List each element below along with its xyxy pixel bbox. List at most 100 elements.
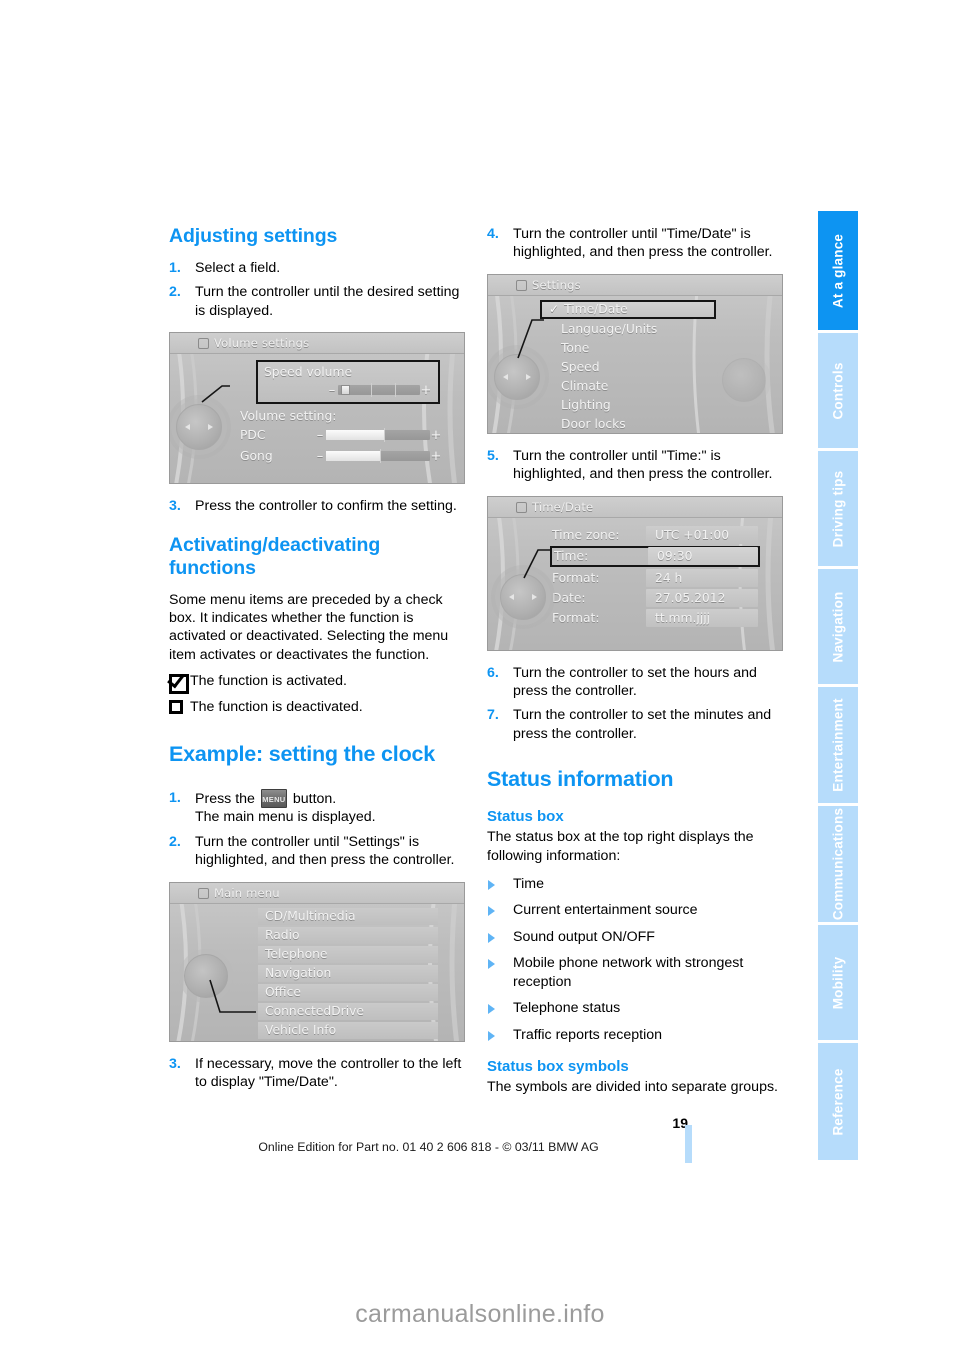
heading-activating-deactivating: Activating/deactivating functions	[169, 533, 381, 579]
screenshot-body: CD/Multimedia Radio Telephone Navigation…	[170, 904, 464, 1042]
triangle-bullet-icon	[488, 880, 495, 891]
screenshot-titlebar: Volume settings	[170, 333, 464, 355]
example-clock-steps: 1. Press the MENU button. The main menu …	[169, 789, 465, 870]
settings-item-tone[interactable]: Tone	[554, 339, 716, 357]
example-clock-step3: 3. If necessary, move the controller to …	[169, 1055, 465, 1092]
volume-row-gong[interactable]: Gong – +	[240, 448, 442, 464]
timedate-row-time[interactable]: Time: 09:30	[550, 545, 760, 567]
triangle-bullet-icon	[488, 959, 495, 970]
triangle-bullet-icon	[488, 1030, 495, 1041]
timedate-row-time-zone[interactable]: Time zone: UTC +01:00	[552, 525, 758, 544]
settings-item-label: Language/Units	[561, 322, 658, 337]
step-item: 6. Turn the controller to set the hours …	[487, 664, 783, 701]
step-item: 5. Turn the controller until "Time:" is …	[487, 447, 783, 484]
menu-item-cd-multimedia[interactable]: CD/Multimedia	[258, 907, 438, 926]
status-box-paragraph: The status box at the top right displays…	[487, 829, 754, 864]
menu-item-radio[interactable]: Radio	[258, 926, 438, 945]
step-item: 2. Turn the controller until the desired…	[169, 283, 465, 320]
menu-item-label: ConnectedDrive	[265, 1004, 364, 1019]
settings-item-language-units[interactable]: Language/Units	[554, 320, 716, 338]
field-value: 09:30	[648, 547, 758, 566]
slider-knob[interactable]	[341, 385, 351, 396]
step-text: Turn the controller until "Time:" is hig…	[513, 447, 773, 483]
step-item: 4. Turn the controller until "Time/Date"…	[487, 225, 783, 262]
speed-volume-slider-row[interactable]: – +	[326, 382, 432, 398]
step-number: 2.	[169, 284, 181, 301]
speed-volume-group[interactable]: Speed volume – +	[256, 360, 440, 405]
left-column: Adjusting settings 1. Select a field. 2.…	[169, 225, 465, 1098]
sidebar-tab-mobility[interactable]: Mobility	[818, 925, 858, 1043]
timedate-row-time-format[interactable]: Format: 24 h	[552, 568, 758, 587]
settings-item-door-locks[interactable]: Door locks	[554, 415, 716, 433]
subheading-status-box-symbols: Status box symbols	[487, 1057, 629, 1075]
settings-item-time-date[interactable]: ✓ Time/Date	[540, 299, 716, 319]
idrive-screenshot-settings: Settings ✓ Time/Date Language/Units Tone…	[487, 273, 783, 434]
sidebar-tab-communications[interactable]: Communications	[818, 806, 858, 925]
menu-button-icon[interactable]: MENU	[260, 789, 287, 809]
plus-icon[interactable]: +	[420, 383, 432, 398]
timedate-row-date-format[interactable]: Format: tt.mm.jjjj	[552, 608, 758, 627]
menu-item-office[interactable]: Office	[258, 983, 438, 1002]
minus-icon[interactable]: –	[314, 449, 326, 464]
idrive-screenshot-main-menu: Main menu CD/Multimedia Radio Telephone …	[169, 881, 465, 1042]
speed-volume-slider[interactable]	[338, 383, 420, 398]
screenshot-titlebar: Time/Date	[488, 496, 782, 518]
menu-item-telephone[interactable]: Telephone	[258, 945, 438, 964]
checkbox-unchecked-icon	[169, 699, 183, 714]
menu-item-navigation[interactable]: Navigation	[258, 964, 438, 983]
step-text: If necessary, move the controller to the…	[195, 1055, 462, 1091]
idrive-controller-knob	[494, 353, 540, 400]
menu-item-label: Office	[265, 985, 301, 1000]
page-number: 19	[672, 1115, 688, 1131]
checkbox-deactivated-text: The function is deactivated.	[190, 698, 363, 715]
step-number: 1.	[169, 260, 181, 276]
settings-item-speed[interactable]: Speed	[554, 358, 716, 376]
timedate-row-date[interactable]: Date: 27.05.2012	[552, 588, 758, 607]
step-number: 3.	[169, 498, 181, 515]
sidebar-tab-driving-tips[interactable]: Driving tips	[818, 451, 858, 569]
status-box-bullet-list: Time Current entertainment source Sound …	[487, 875, 783, 1044]
manual-page: At a glance Controls Driving tips Naviga…	[0, 0, 960, 1358]
settings-item-lighting[interactable]: Lighting	[554, 396, 716, 414]
settings-item-label: Speed	[561, 360, 600, 375]
screenshot-titlebar: Main menu	[170, 882, 464, 904]
pdc-volume-slider[interactable]	[326, 428, 430, 443]
step-number: 2.	[169, 833, 181, 850]
screenshot-titlebar: Settings	[488, 274, 782, 296]
plus-icon[interactable]: +	[430, 449, 442, 464]
step-item: 1. Select a field.	[169, 259, 465, 277]
checkbox-activated-line: The function is activated.	[169, 672, 465, 695]
example-clock-step4: 4. Turn the controller until "Time/Date"…	[487, 225, 783, 262]
list-item-label: Time	[513, 876, 545, 893]
sidebar-tab-entertainment[interactable]: Entertainment	[818, 687, 858, 806]
sidebar-tab-reference[interactable]: Reference	[818, 1043, 858, 1160]
menu-item-connecteddrive[interactable]: ConnectedDrive	[258, 1002, 438, 1021]
settings-item-climate[interactable]: Climate	[554, 377, 716, 395]
volume-row-pdc[interactable]: PDC – +	[240, 427, 442, 443]
menu-item-settings[interactable]: Settings	[258, 1041, 438, 1042]
settings-item-label: Door locks	[561, 417, 626, 432]
list-item-label: Sound output ON/OFF	[513, 928, 655, 945]
sidebar-tab-label: Navigation	[830, 590, 846, 663]
settings-gear-icon	[516, 279, 527, 291]
sidebar-tab-at-a-glance[interactable]: At a glance	[818, 211, 858, 333]
checkbox-deactivated-line: The function is deactivated.	[169, 698, 465, 716]
sidebar-tab-navigation[interactable]: Navigation	[818, 569, 858, 687]
menu-item-vehicle-info[interactable]: Vehicle Info	[258, 1021, 438, 1040]
adjusting-settings-steps: 1. Select a field. 2. Turn the controlle…	[169, 259, 465, 320]
plus-icon[interactable]: +	[430, 428, 442, 443]
field-label: Format:	[552, 610, 600, 625]
settings-item-label: Time/Date	[564, 302, 628, 317]
gong-volume-slider[interactable]	[326, 449, 430, 464]
minus-icon[interactable]: –	[326, 383, 338, 398]
checkmark-icon: ✓	[549, 302, 560, 317]
sidebar-tab-controls[interactable]: Controls	[818, 333, 858, 451]
screenshot-title: Time/Date	[532, 499, 594, 514]
minus-icon[interactable]: –	[314, 428, 326, 443]
step-number: 4.	[487, 226, 499, 242]
step-text: Turn the controller to set the minutes a…	[513, 707, 772, 742]
example-clock-step5: 5. Turn the controller until "Time:" is …	[487, 447, 783, 484]
menu-item-label: Navigation	[265, 966, 332, 981]
triangle-bullet-icon	[488, 932, 495, 943]
list-item: Traffic reports reception	[487, 1026, 783, 1044]
